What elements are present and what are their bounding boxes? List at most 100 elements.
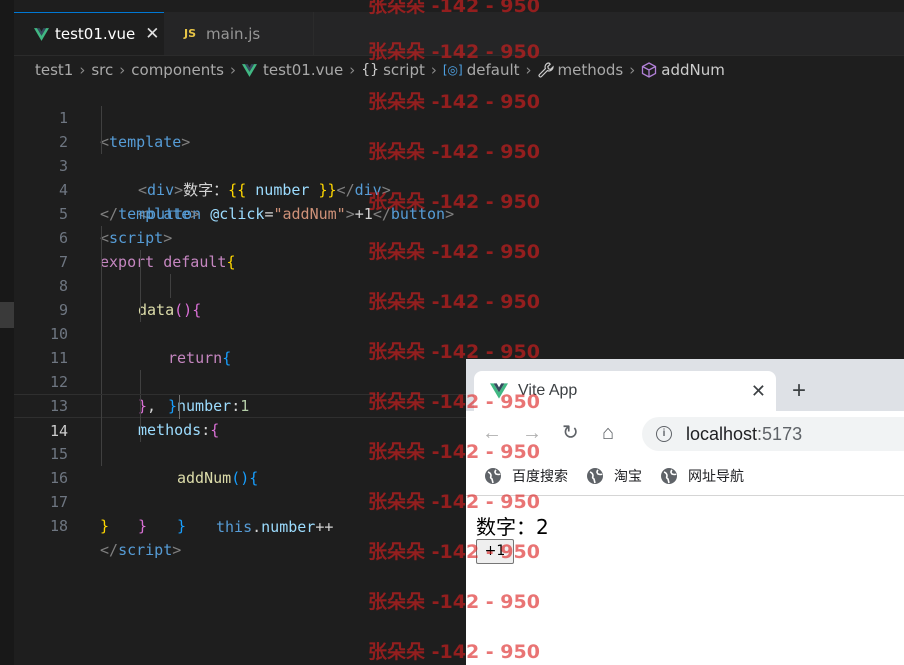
breadcrumb-item-addnum[interactable]: addNum <box>641 61 725 79</box>
new-tab-button[interactable]: + <box>792 377 806 405</box>
code-line: 4 </template> <box>14 154 904 223</box>
url-host: localhost <box>686 423 758 444</box>
breadcrumb-label: methods <box>557 61 624 79</box>
globe-icon <box>587 468 603 484</box>
breadcrumb-item-components[interactable]: components <box>131 61 224 79</box>
bookmarks-bar: 百度搜索 淘宝 网址导航 <box>466 457 904 496</box>
indent-guide <box>101 106 102 130</box>
line-number: 18 <box>49 517 68 535</box>
increment-button[interactable]: +1 <box>476 539 514 564</box>
breadcrumb-label: addNum <box>661 61 725 79</box>
tab-test01-vue[interactable]: test01.vue ✕ <box>14 12 164 55</box>
breadcrumb-label: default <box>466 61 520 79</box>
js-icon: JS <box>184 27 197 40</box>
tab-main-js[interactable]: JS main.js <box>164 12 314 55</box>
chevron-right-icon: › <box>119 61 126 79</box>
activity-strip <box>0 0 14 665</box>
browser-toolbar: ← → ↻ ⌂ i localhost:5173 <box>466 411 904 457</box>
breadcrumb-item-test1[interactable]: test1 <box>35 61 73 79</box>
indent-guide <box>101 322 102 346</box>
browser-tab-vite-app[interactable]: Vite App ✕ <box>474 371 776 411</box>
breadcrumb-item-default[interactable]: [◎] default <box>443 61 520 79</box>
address-bar[interactable]: i localhost:5173 <box>642 417 904 451</box>
wrench-icon <box>538 62 554 78</box>
code-line: 1 <template> <box>14 82 904 151</box>
cube-icon <box>642 62 657 78</box>
browser-page-content: 数字：2 +1 <box>466 496 904 665</box>
line-content: this.number++ <box>216 518 334 536</box>
line-content: } <box>138 517 148 535</box>
close-icon[interactable]: ✕ <box>751 381 766 402</box>
breadcrumb-item-script[interactable]: {} script <box>361 61 425 79</box>
chevron-right-icon: › <box>525 61 532 79</box>
close-icon[interactable]: ✕ <box>145 24 159 44</box>
editor-tab-bar: test01.vue ✕ JS main.js <box>14 12 904 56</box>
home-icon[interactable]: ⌂ <box>602 421 614 445</box>
code-line: 5 <script> <box>14 178 904 247</box>
chevron-right-icon: › <box>629 61 636 79</box>
bookmark-label: 网址导航 <box>688 468 744 484</box>
chevron-right-icon: › <box>349 61 356 79</box>
line-content: } <box>177 517 187 535</box>
code-line: 10 } <box>14 298 904 415</box>
indent-guide <box>140 274 141 298</box>
indent-guide <box>140 370 141 394</box>
globe-icon <box>485 468 501 484</box>
indent-guide <box>101 250 102 274</box>
vue-icon <box>241 63 257 77</box>
braces-icon: {} <box>361 62 380 78</box>
counter-text: 数字：2 <box>476 515 549 539</box>
chevron-right-icon: › <box>79 61 86 79</box>
breadcrumb-item-methods[interactable]: methods <box>538 61 624 79</box>
breadcrumb-label: test1 <box>35 61 74 79</box>
indent-guide <box>101 274 102 298</box>
browser-window: Vite App ✕ + ← → ↻ ⌂ i localhost:5173 百度… <box>466 359 904 665</box>
breadcrumb-item-src[interactable]: src <box>91 61 113 79</box>
indent-guide-active <box>179 395 180 419</box>
code-line: 3 <button @click="addNum">+1</button> <box>14 130 904 223</box>
line-content: </script> <box>100 541 182 559</box>
browser-tab-title: Vite App <box>518 382 578 399</box>
reload-icon[interactable]: ↻ <box>562 421 579 445</box>
breadcrumb-item-test01-vue[interactable]: test01.vue <box>241 61 344 79</box>
info-icon[interactable]: i <box>656 426 672 442</box>
breadcrumb-label: src <box>91 61 114 79</box>
indent-guide <box>140 298 141 322</box>
code-line: 11 }, <box>14 322 904 415</box>
code-line: 9 number:1 <box>14 274 904 415</box>
bookmark-nav[interactable]: 网址导航 <box>660 466 744 486</box>
indent-guide <box>101 442 102 466</box>
indent-guide <box>101 226 102 250</box>
breadcrumb-label: components <box>131 61 224 79</box>
indent-guide <box>101 395 102 419</box>
chevron-right-icon: › <box>430 61 437 79</box>
vue-icon <box>490 383 508 399</box>
indent-guide <box>101 298 102 322</box>
line-content: } <box>100 517 110 535</box>
globe-icon <box>661 468 677 484</box>
module-icon: [◎] <box>442 63 463 77</box>
breadcrumb-label: script <box>383 61 425 79</box>
code-line: 6 export default{ <box>14 202 904 271</box>
code-line: 7 data(){ <box>14 226 904 319</box>
tab-label: main.js <box>206 24 261 43</box>
vue-icon <box>34 27 49 41</box>
back-arrow-icon[interactable]: ← <box>482 421 502 445</box>
indent-guide <box>101 418 102 442</box>
breadcrumb: test1 › src › components › test01.vue › … <box>35 58 725 82</box>
indent-guide <box>170 274 171 298</box>
activity-marker[interactable] <box>0 302 14 328</box>
forward-arrow-icon[interactable]: → <box>522 421 542 445</box>
indent-guide <box>140 395 141 419</box>
bookmark-baidu[interactable]: 百度搜索 <box>484 466 568 486</box>
browser-titlebar: Vite App ✕ + <box>466 359 904 411</box>
code-line: 8 return{ <box>14 250 904 367</box>
url-port: :5173 <box>757 423 803 444</box>
breadcrumb-label: test01.vue <box>262 61 344 79</box>
indent-guide <box>101 130 102 154</box>
bookmark-label: 百度搜索 <box>512 468 568 484</box>
indent-guide <box>101 370 102 394</box>
bookmark-taobao[interactable]: 淘宝 <box>586 466 642 486</box>
chevron-right-icon: › <box>229 61 236 79</box>
code-line: 2 <div>数字：{{ number }}</div> <box>14 106 904 199</box>
